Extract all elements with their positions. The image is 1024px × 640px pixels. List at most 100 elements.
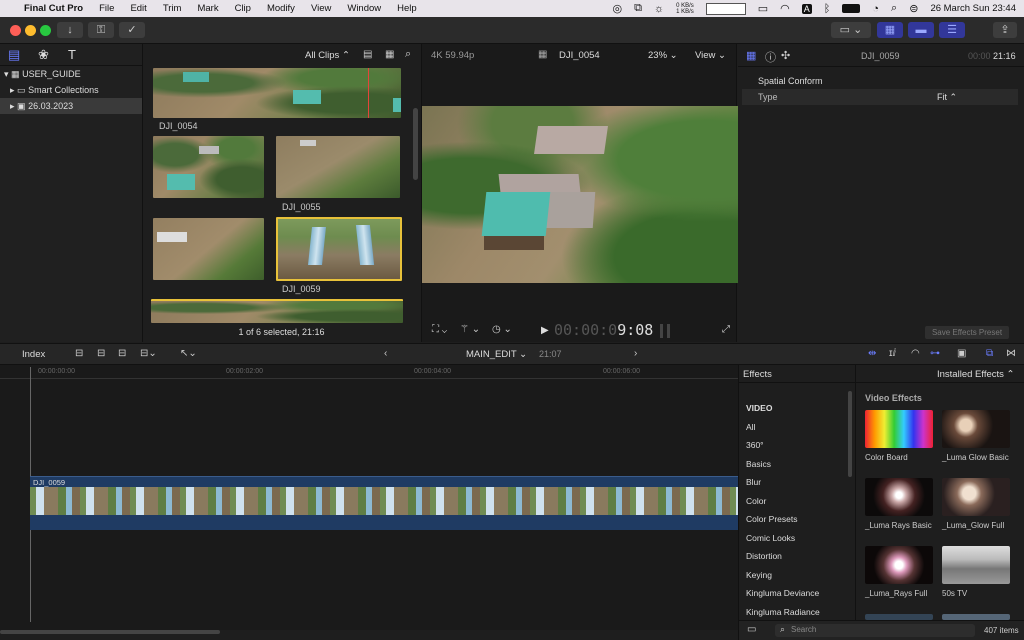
clip-filter-menu[interactable]: All Clips ⌃ xyxy=(305,50,350,61)
category-item[interactable]: Keying xyxy=(739,566,847,585)
clip-thumbnail[interactable] xyxy=(151,299,403,323)
category-item[interactable]: Color xyxy=(739,492,847,511)
zoom-window-button[interactable] xyxy=(40,25,51,36)
browser-scrollbar[interactable] xyxy=(413,108,418,180)
photos-audio-tab-icon[interactable]: ❀ xyxy=(38,47,49,63)
enhancements-menu-icon[interactable]: ⚚ ⌄ xyxy=(460,324,480,335)
video-inspector-tab-icon[interactable]: ▦ xyxy=(746,49,756,62)
sidebar-toggle-icon[interactable]: ▭ xyxy=(747,624,756,635)
keywords-button[interactable]: ⚿ xyxy=(88,22,114,38)
titles-generators-tab-icon[interactable]: T xyxy=(68,47,76,62)
timeline-clip[interactable]: DJI_0059 xyxy=(30,476,738,530)
effect-tile-luma-rays-basic[interactable] xyxy=(865,478,933,516)
save-effects-preset-button[interactable]: Save Effects Preset xyxy=(925,326,1009,339)
clock[interactable]: 26 March Sun 23:44 xyxy=(930,3,1016,14)
project-name-menu[interactable]: MAIN_EDIT ⌄ xyxy=(466,349,527,360)
screen-mirror-icon[interactable]: ⧉ xyxy=(634,2,642,15)
share-inspector-tab-icon[interactable]: ✣ xyxy=(781,49,790,62)
solo-icon[interactable]: ◠ xyxy=(911,348,920,359)
clip-appearance-icon[interactable]: ▣ xyxy=(957,348,966,359)
menu-trim[interactable]: Trim xyxy=(155,3,190,14)
clip-thumbnail[interactable] xyxy=(153,218,264,280)
library-row[interactable]: ▾ ▦ USER_GUIDE xyxy=(0,66,142,82)
filmstrip-view-icon[interactable]: ▦ xyxy=(385,49,394,60)
category-item[interactable]: Blur xyxy=(739,473,847,492)
clip-appearance-icon[interactable]: ▤ xyxy=(363,49,372,60)
overwrite-clip-icon[interactable]: ⊟⌄ xyxy=(140,348,157,359)
effect-tile-color-board[interactable] xyxy=(865,410,933,448)
app-menu[interactable]: Final Cut Pro xyxy=(16,3,91,14)
transitions-browser-icon[interactable]: ⋈ xyxy=(1006,348,1016,359)
share-button[interactable]: ⇪ xyxy=(993,22,1017,38)
effect-tile-50s-tv[interactable] xyxy=(942,546,1010,584)
category-item[interactable]: Basics xyxy=(739,455,847,474)
category-item[interactable]: Distortion xyxy=(739,547,847,566)
clip-thumbnail[interactable] xyxy=(153,68,401,118)
minimize-window-button[interactable] xyxy=(25,25,36,36)
category-item[interactable]: Kingluma Deviance xyxy=(739,584,847,603)
effects-browser-icon[interactable]: ⧉ xyxy=(986,348,993,359)
text-input-icon[interactable]: A xyxy=(801,3,812,14)
timeline-scrollbar[interactable] xyxy=(0,630,220,634)
control-center-icon[interactable]: ⊜ xyxy=(909,2,918,15)
play-button[interactable]: ▶ xyxy=(541,325,549,336)
snapping-icon[interactable]: ⊶ xyxy=(930,348,940,359)
type-select[interactable]: Fit ⌃ xyxy=(937,92,957,103)
view-menu[interactable]: View ⌄ xyxy=(695,50,726,61)
smart-collections-row[interactable]: ▸ ▭ Smart Collections xyxy=(0,82,142,98)
show-timeline-button[interactable]: ▬ xyxy=(908,22,934,38)
event-row[interactable]: ▸ ▣ 26.03.2023 xyxy=(0,98,142,114)
category-item[interactable]: 360° xyxy=(739,436,847,455)
battery-icon[interactable] xyxy=(842,4,861,13)
skimming-icon[interactable]: ⇹ xyxy=(868,348,876,359)
clip-thumbnail[interactable] xyxy=(276,136,400,198)
cpu-graph-icon[interactable] xyxy=(705,2,746,15)
creative-cloud-icon[interactable]: ◎ xyxy=(613,2,623,15)
audio-skimming-icon[interactable]: ɪⅈ xyxy=(889,348,896,359)
disclosure-right-icon[interactable]: ▸ xyxy=(10,101,15,111)
info-inspector-tab-icon[interactable]: ⓘ xyxy=(765,49,776,65)
import-button[interactable]: ↓ xyxy=(57,22,83,38)
effect-tile-luma-glow-basic[interactable] xyxy=(942,410,1010,448)
workspace-menu-button[interactable]: ▭ ⌄ xyxy=(831,22,871,38)
select-tool-icon[interactable]: ↖⌄ xyxy=(180,348,197,359)
fullscreen-icon[interactable]: ⤢ xyxy=(722,324,730,335)
menu-help[interactable]: Help xyxy=(389,3,425,14)
category-item[interactable]: Comic Looks xyxy=(739,529,847,548)
close-window-button[interactable] xyxy=(10,25,21,36)
libraries-tab-icon[interactable]: ▤ xyxy=(8,47,20,63)
show-browser-button[interactable]: ▦ xyxy=(877,22,903,38)
index-button[interactable]: Index xyxy=(22,349,45,360)
category-item[interactable]: Kingluma Radiance xyxy=(739,603,847,622)
menu-modify[interactable]: Modify xyxy=(259,3,303,14)
connect-clip-icon[interactable]: ⊟ xyxy=(75,348,83,359)
menu-clip[interactable]: Clip xyxy=(227,3,259,14)
show-inspector-button[interactable]: ☰ xyxy=(939,22,965,38)
display-icon[interactable]: ▭ xyxy=(758,2,768,15)
insert-clip-icon[interactable]: ⊟ xyxy=(97,348,105,359)
history-back-icon[interactable]: ‹ xyxy=(384,348,387,359)
effect-tile-luma-rays-full[interactable] xyxy=(865,546,933,584)
menu-edit[interactable]: Edit xyxy=(122,3,154,14)
disclosure-right-icon[interactable]: ▸ xyxy=(10,85,15,95)
menu-mark[interactable]: Mark xyxy=(189,3,226,14)
bluetooth-icon[interactable]: ᛒ xyxy=(824,3,831,15)
timeline[interactable]: 00:00:00:00 00:00:02:00 00:00:04:00 00:0… xyxy=(0,365,738,634)
category-item[interactable]: Color Presets xyxy=(739,510,847,529)
timeline-ruler[interactable]: 00:00:00:00 00:00:02:00 00:00:04:00 00:0… xyxy=(0,365,738,379)
category-item[interactable]: All xyxy=(739,418,847,437)
background-tasks-button[interactable]: ✓ xyxy=(119,22,145,38)
append-clip-icon[interactable]: ⊟ xyxy=(118,348,126,359)
search-icon[interactable]: ⌕ xyxy=(891,2,897,15)
clip-thumbnail-selected[interactable] xyxy=(276,217,402,281)
search-icon[interactable]: ⌕ xyxy=(405,48,411,61)
zoom-menu[interactable]: 23% ⌄ xyxy=(648,50,678,61)
clip-thumbnail[interactable] xyxy=(153,136,264,198)
menu-view[interactable]: View xyxy=(303,3,339,14)
history-forward-icon[interactable]: › xyxy=(634,348,637,359)
installed-effects-menu[interactable]: Installed Effects ⌃ xyxy=(937,369,1015,380)
brightness-icon[interactable]: ☼ xyxy=(654,3,664,15)
transform-menu-icon[interactable]: ⛶ ⌄ xyxy=(432,324,447,335)
disclosure-down-icon[interactable]: ▾ xyxy=(4,69,9,79)
category-scrollbar[interactable] xyxy=(848,391,852,477)
